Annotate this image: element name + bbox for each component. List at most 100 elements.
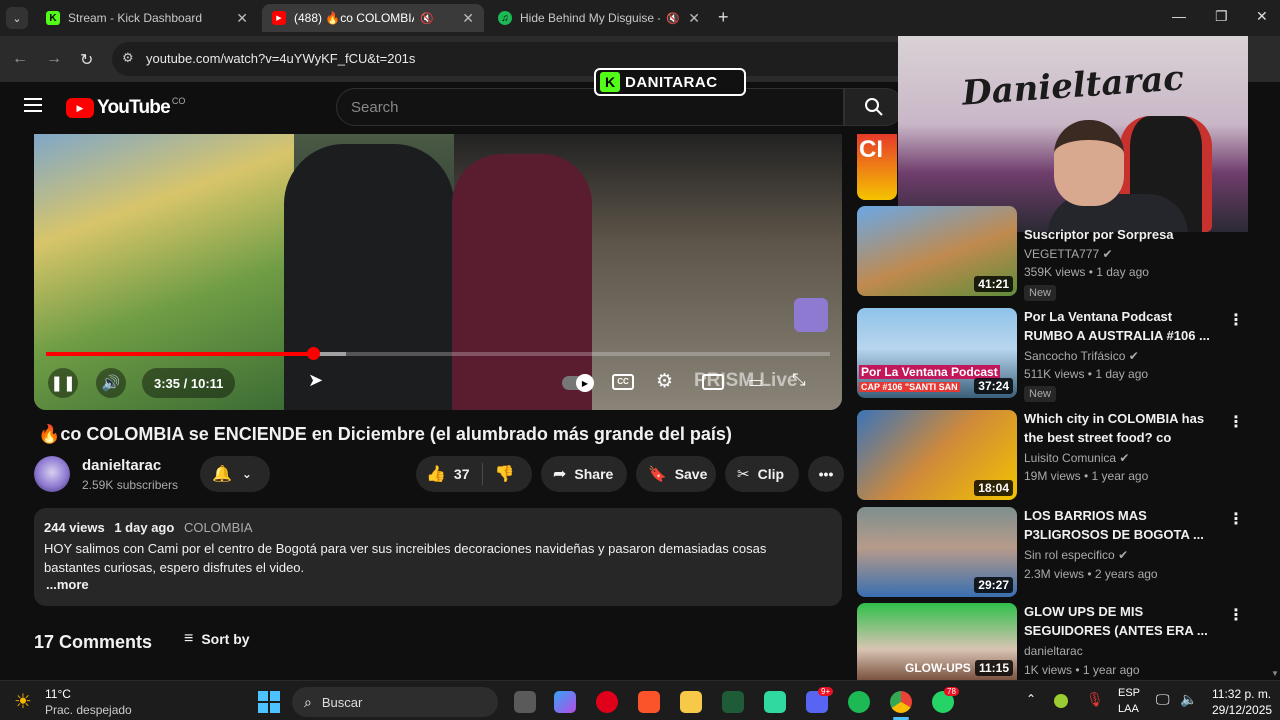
video-player[interactable]: ❚❚ 🔊 3:35 / 10:11 ▶ CC ⚙ PRISM Live ▭ ⤡ …: [34, 134, 842, 410]
description-box[interactable]: 244 views 1 day ago COLOMBIA HOY salimos…: [34, 508, 842, 606]
minimize-icon[interactable]: —: [1172, 8, 1186, 24]
start-button[interactable]: [258, 691, 280, 713]
volume-button[interactable]: 🔊: [96, 368, 126, 398]
youtube-favicon-icon: ▶: [272, 11, 286, 25]
related-title[interactable]: Which city in COLOMBIA has the best stre…: [1024, 409, 1214, 447]
youtube-logo[interactable]: ▶ YouTube CO: [66, 96, 185, 119]
notifications-button[interactable]: 🔔 ⌄: [200, 456, 270, 492]
new-badge: New: [1024, 386, 1057, 402]
maximize-icon[interactable]: ❐: [1215, 8, 1228, 25]
autoplay-toggle[interactable]: ▶: [562, 374, 594, 392]
channel-name[interactable]: danieltarac: [82, 457, 161, 474]
close-icon[interactable]: ✕: [462, 10, 474, 27]
related-title[interactable]: Suscriptor por Sorpresa: [1024, 225, 1214, 244]
related-channel[interactable]: Sin rol especifico ✔: [1024, 548, 1128, 562]
related-thumbnail[interactable]: GLOW-UPS 11:15: [857, 603, 1017, 680]
weather-icon[interactable]: ☀: [14, 689, 32, 714]
person-maroon-jacket: [452, 154, 592, 410]
related-title[interactable]: Por La Ventana Podcast RUMBO A AUSTRALIA…: [1024, 307, 1214, 345]
related-thumbnail[interactable]: 41:21: [857, 206, 1017, 296]
speaker-icon[interactable]: 🔈: [1180, 691, 1197, 708]
reload-icon[interactable]: ↻: [80, 50, 93, 70]
close-icon[interactable]: ✕: [688, 10, 700, 27]
related-channel[interactable]: Sancocho Trifásico ✔: [1024, 349, 1139, 363]
thumb-podcast-sub: CAP #106 "SANTI SAN: [859, 382, 960, 392]
related-channel[interactable]: Luisito Comunica ✔: [1024, 451, 1129, 465]
pause-button[interactable]: ❚❚: [48, 368, 78, 398]
tray-app-icon[interactable]: [1054, 694, 1068, 708]
share-button[interactable]: ➦ Share: [541, 456, 627, 492]
kick-logo-icon: K: [600, 72, 620, 92]
close-icon[interactable]: ✕: [236, 10, 248, 27]
mute-icon[interactable]: 🔇: [420, 12, 434, 25]
related-thumbnail[interactable]: Por La Ventana Podcast CAP #106 "SANTI S…: [857, 308, 1017, 398]
fullscreen-exit-icon[interactable]: ⤡: [792, 370, 806, 390]
location-tag[interactable]: COLOMBIA: [184, 520, 253, 535]
more-vertical-icon[interactable]: ⋮: [1228, 509, 1244, 529]
page-scrollbar[interactable]: ▼: [1270, 134, 1279, 680]
search-icon: ⌕: [304, 693, 312, 710]
search-input[interactable]: Search: [336, 88, 844, 126]
mute-icon[interactable]: 🔇: [666, 12, 680, 25]
game-app-icon[interactable]: [764, 691, 786, 713]
channel-watermark[interactable]: [794, 298, 828, 332]
progress-track[interactable]: [46, 347, 830, 360]
network-icon[interactable]: 🖵: [1156, 691, 1170, 708]
tab-spotify[interactable]: ♫ Hide Behind My Disguise - 🔇 ✕: [488, 4, 710, 32]
spotify-icon[interactable]: [848, 691, 870, 713]
thumbs-up-icon: 👍: [426, 466, 446, 483]
forward-icon[interactable]: →: [46, 50, 62, 68]
tray-overflow-icon[interactable]: ⌃: [1026, 692, 1036, 706]
graffiti-wall-text: Danieltarac: [960, 58, 1186, 114]
chrome-icon[interactable]: [890, 691, 912, 713]
like-button[interactable]: 👍 37: [426, 464, 470, 484]
related-meta: 359K views • 1 day ago: [1024, 265, 1149, 279]
tab-kick-dashboard[interactable]: K Stream - Kick Dashboard ✕: [36, 4, 258, 32]
related-title[interactable]: GLOW UPS DE MIS SEGUIDORES (ANTES ERA ..…: [1024, 602, 1214, 640]
save-button[interactable]: 🔖 Save: [636, 456, 716, 492]
more-vertical-icon[interactable]: ⋮: [1228, 310, 1244, 330]
task-view-icon[interactable]: [514, 691, 536, 713]
show-more-link[interactable]: ...more: [46, 577, 89, 592]
settings-icon[interactable]: ⚙: [656, 370, 673, 393]
clock-time[interactable]: 11:32 p. m.: [1212, 687, 1271, 701]
sort-icon: ≡: [184, 630, 194, 647]
channel-avatar[interactable]: [34, 456, 70, 492]
clip-button[interactable]: ✂ Clip: [725, 456, 799, 492]
new-tab-icon[interactable]: +: [718, 7, 729, 28]
sort-by-button[interactable]: ≡ Sort by: [184, 630, 250, 648]
file-explorer-icon[interactable]: [680, 691, 702, 713]
volume-icon: 🔊: [101, 375, 121, 392]
close-window-icon[interactable]: ✕: [1256, 8, 1268, 25]
back-icon[interactable]: ←: [12, 50, 28, 68]
keyboard-lang-1[interactable]: ESP: [1118, 687, 1140, 699]
microphone-icon[interactable]: 🎙: [1086, 691, 1104, 708]
related-thumbnail[interactable]: 29:27: [857, 507, 1017, 597]
related-thumbnail[interactable]: 18:04: [857, 410, 1017, 500]
more-vertical-icon[interactable]: ⋮: [1228, 412, 1244, 432]
menu-icon[interactable]: [24, 98, 42, 112]
kick-app-icon[interactable]: [722, 691, 744, 713]
brave-icon[interactable]: [638, 691, 660, 713]
prism-watermark: PRISM Live: [694, 370, 798, 391]
opera-icon[interactable]: [596, 691, 618, 713]
tab-list-dropdown-icon[interactable]: ⌄: [6, 7, 28, 29]
cast-icon[interactable]: ▭: [748, 372, 763, 392]
search-button[interactable]: [844, 88, 904, 126]
captions-icon[interactable]: CC: [612, 374, 634, 390]
site-info-icon[interactable]: ⚙: [122, 50, 134, 66]
related-partial-thumb[interactable]: CI: [857, 134, 897, 200]
more-actions-button[interactable]: •••: [808, 456, 844, 492]
related-channel[interactable]: danieltarac: [1024, 644, 1083, 658]
more-vertical-icon[interactable]: ⋮: [1228, 605, 1244, 625]
temperature: 11°C: [45, 687, 71, 701]
url-field[interactable]: ⚙ youtube.com/watch?v=4uYWyKF_fCU&t=201s: [112, 42, 912, 76]
progress-handle[interactable]: [307, 347, 320, 360]
dislike-button[interactable]: 👎: [495, 464, 515, 484]
tab-label: (488) 🔥co COLOMBIA se E: [294, 11, 414, 25]
copilot-icon[interactable]: [554, 691, 576, 713]
tab-youtube[interactable]: ▶ (488) 🔥co COLOMBIA se E 🔇 ✕: [262, 4, 484, 32]
taskbar-search[interactable]: ⌕ Buscar: [292, 687, 498, 717]
related-title[interactable]: LOS BARRIOS MAS P3LIGROSOS DE BOGOTA ...: [1024, 506, 1214, 544]
related-channel[interactable]: VEGETTA777 ✔: [1024, 247, 1113, 261]
